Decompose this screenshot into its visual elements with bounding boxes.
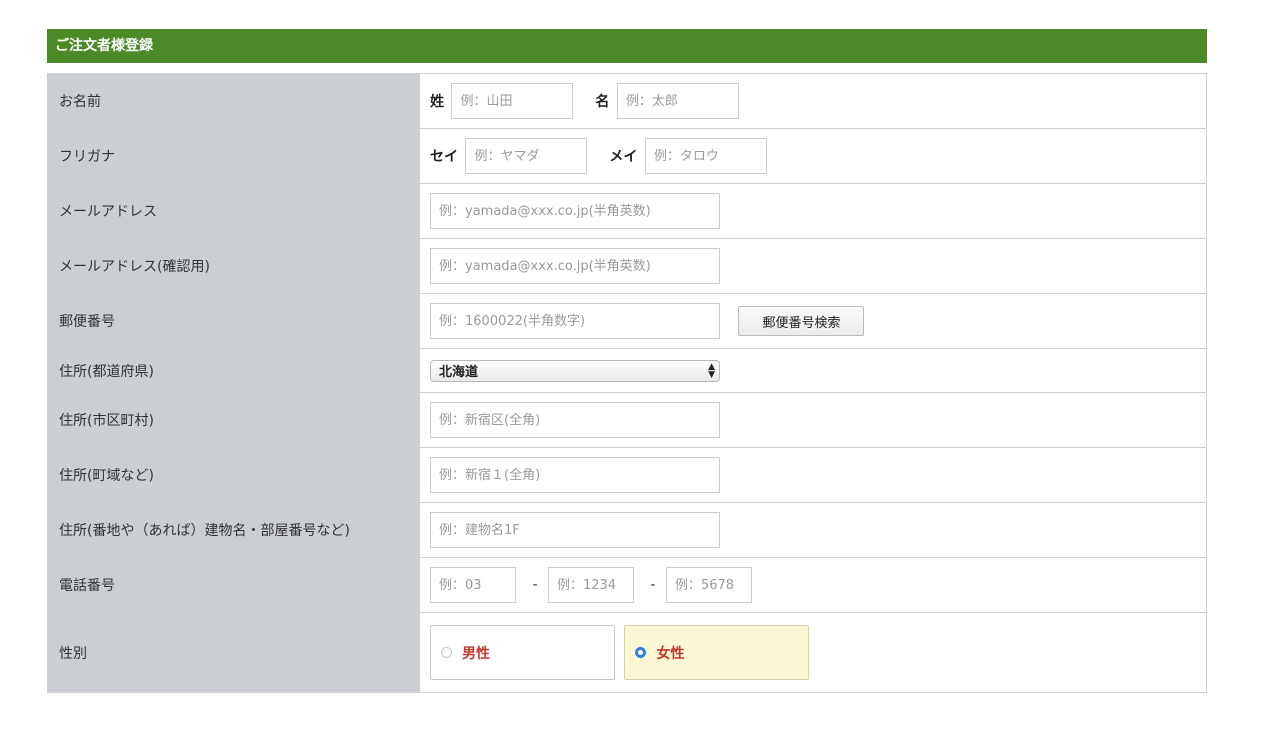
row-prefecture: 住所(都道府県) 北海道 ▲ ▼ — [47, 348, 1207, 393]
gender-female-label: 女性 — [656, 645, 685, 662]
row-town: 住所(町域など) — [47, 447, 1207, 503]
gender-male-label: 男性 — [462, 645, 490, 662]
phone-label: 電話番号 — [47, 557, 420, 613]
phone-part1-input[interactable] — [430, 567, 516, 603]
prefecture-selected-value: 北海道 — [439, 365, 479, 380]
last-kana-prefix: セイ — [430, 149, 458, 165]
first-name-prefix: 名 — [595, 94, 610, 110]
first-kana-input[interactable] — [644, 138, 767, 174]
kana-label: フリガナ — [47, 128, 420, 184]
phone-separator: - — [650, 577, 656, 593]
prefecture-select[interactable]: 北海道 ▲ ▼ — [430, 359, 720, 382]
gender-male-option[interactable]: 男性 — [430, 625, 615, 680]
row-email: メールアドレス — [47, 183, 1207, 239]
order-form: ご注文者様登録 お名前 姓 名 フリガナ セイ メイ メールアドレス — [47, 29, 1207, 693]
gender-female-option[interactable]: 女性 — [624, 625, 810, 680]
first-kana-prefix: メイ — [609, 149, 638, 165]
row-kana: フリガナ セイ メイ — [47, 128, 1207, 184]
zip-label: 郵便番号 — [47, 293, 420, 349]
name-label: お名前 — [47, 73, 420, 129]
town-label: 住所(町域など) — [47, 447, 420, 503]
phone-part2-input[interactable] — [547, 567, 634, 603]
phone-part3-input[interactable] — [665, 567, 752, 603]
zip-search-button[interactable]: 郵便番号検索 — [738, 306, 865, 336]
phone-separator: - — [532, 577, 538, 593]
address-input[interactable] — [430, 512, 720, 548]
last-name-input[interactable] — [451, 83, 574, 119]
row-zip: 郵便番号 郵便番号検索 — [47, 293, 1207, 349]
town-input[interactable] — [430, 457, 720, 493]
radio-unchecked-icon[interactable] — [441, 647, 452, 658]
row-phone: 電話番号 - - — [47, 557, 1207, 613]
row-address: 住所(番地や（あれば）建物名・部屋番号など) — [47, 502, 1207, 558]
address-label: 住所(番地や（あれば）建物名・部屋番号など) — [47, 502, 420, 558]
email-confirm-input[interactable] — [430, 248, 720, 284]
last-kana-input[interactable] — [465, 138, 588, 174]
email-input[interactable] — [430, 193, 720, 229]
prefecture-label: 住所(都道府県) — [47, 348, 420, 393]
first-name-input[interactable] — [616, 83, 739, 119]
email-label: メールアドレス — [47, 183, 420, 239]
select-updown-icon: ▲ ▼ — [708, 361, 715, 380]
radio-checked-icon[interactable] — [635, 647, 647, 658]
city-input[interactable] — [430, 402, 720, 438]
gender-label: 性別 — [47, 612, 420, 693]
section-title: ご注文者様登録 — [47, 29, 1207, 63]
city-label: 住所(市区町村) — [47, 392, 420, 448]
row-city: 住所(市区町村) — [47, 392, 1207, 448]
row-gender: 性別 男性 女性 — [47, 612, 1207, 693]
row-name: お名前 姓 名 — [47, 73, 1207, 129]
email-confirm-label: メールアドレス(確認用) — [47, 238, 420, 294]
row-email-confirm: メールアドレス(確認用) — [47, 238, 1207, 294]
registration-table: お名前 姓 名 フリガナ セイ メイ メールアドレス — [47, 73, 1207, 693]
zip-input[interactable] — [430, 303, 720, 339]
last-name-prefix: 姓 — [430, 94, 444, 110]
